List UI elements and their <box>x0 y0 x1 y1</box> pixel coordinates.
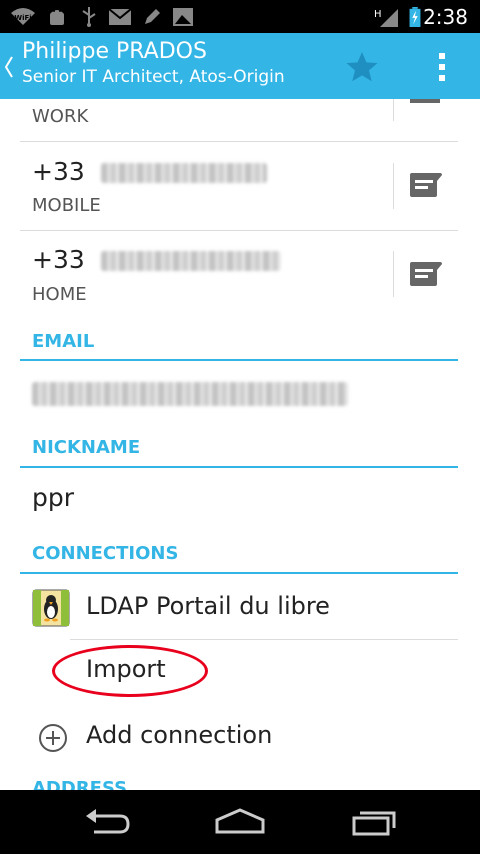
message-icon[interactable] <box>410 262 442 286</box>
overflow-menu-icon[interactable] <box>437 51 447 83</box>
phone-type-label: HOME <box>32 284 87 305</box>
message-icon[interactable] <box>410 99 442 119</box>
nickname-value[interactable]: ppr <box>32 483 74 512</box>
back-icon[interactable] <box>82 806 132 838</box>
wifi-icon: WiFi <box>11 8 35 25</box>
message-icon[interactable] <box>410 173 442 197</box>
redacted-number <box>100 251 281 271</box>
phone-type-label: WORK <box>32 106 89 127</box>
svg-text:WiFi: WiFi <box>14 14 31 22</box>
email-entry[interactable] <box>32 382 348 406</box>
phone-number: +33 <box>32 157 267 186</box>
svg-text:H: H <box>374 9 382 20</box>
status-bar: WiFi H 2:38 <box>0 0 480 33</box>
gmail-icon <box>108 8 132 25</box>
red-highlight-circle <box>52 645 208 697</box>
phone-number: +33 <box>32 245 281 274</box>
contact-name: Philippe PRADOS <box>22 39 207 64</box>
signal-icon: H <box>374 9 398 27</box>
contact-detail-list[interactable]: WORK +33 MOBILE +33 HOME EMAIL NICKNAME … <box>0 99 480 790</box>
usb-icon <box>82 7 96 27</box>
section-header-nickname: NICKNAME <box>32 437 141 458</box>
vertical-divider <box>393 99 394 121</box>
divider <box>20 141 458 142</box>
ldap-app-icon <box>32 589 70 627</box>
navigation-bar <box>0 790 480 854</box>
section-divider <box>20 572 458 574</box>
action-bar: Philippe PRADOS Senior IT Architect, Ato… <box>0 33 480 99</box>
recent-apps-icon[interactable] <box>350 806 398 838</box>
contact-job-title: Senior IT Architect, Atos-Origin <box>22 67 285 87</box>
vertical-divider <box>393 163 394 209</box>
section-header-connections: CONNECTIONS <box>32 543 179 564</box>
android-debug-icon <box>50 10 64 25</box>
connection-account-name[interactable]: LDAP Portail du libre <box>86 592 330 620</box>
clock: 2:38 <box>423 5 468 29</box>
redacted-number <box>100 163 267 183</box>
section-divider <box>20 466 458 468</box>
up-caret-icon[interactable] <box>4 55 14 79</box>
section-header-address: ADDRESS <box>32 778 128 790</box>
pencil-icon <box>145 9 160 24</box>
divider <box>70 639 458 640</box>
vertical-divider <box>393 251 394 297</box>
redacted-email <box>32 382 348 406</box>
section-divider <box>20 359 458 361</box>
add-connection-button[interactable]: Add connection <box>86 721 272 749</box>
phone-type-label: MOBILE <box>32 195 101 216</box>
home-icon[interactable] <box>214 806 266 838</box>
phone-country-code: +33 <box>32 157 85 186</box>
gallery-icon <box>173 8 193 26</box>
star-icon[interactable] <box>344 49 380 85</box>
add-circle-icon[interactable] <box>38 723 68 753</box>
battery-charging-icon <box>409 7 421 27</box>
section-header-email: EMAIL <box>32 331 95 352</box>
divider <box>20 230 458 231</box>
phone-country-code: +33 <box>32 245 85 274</box>
